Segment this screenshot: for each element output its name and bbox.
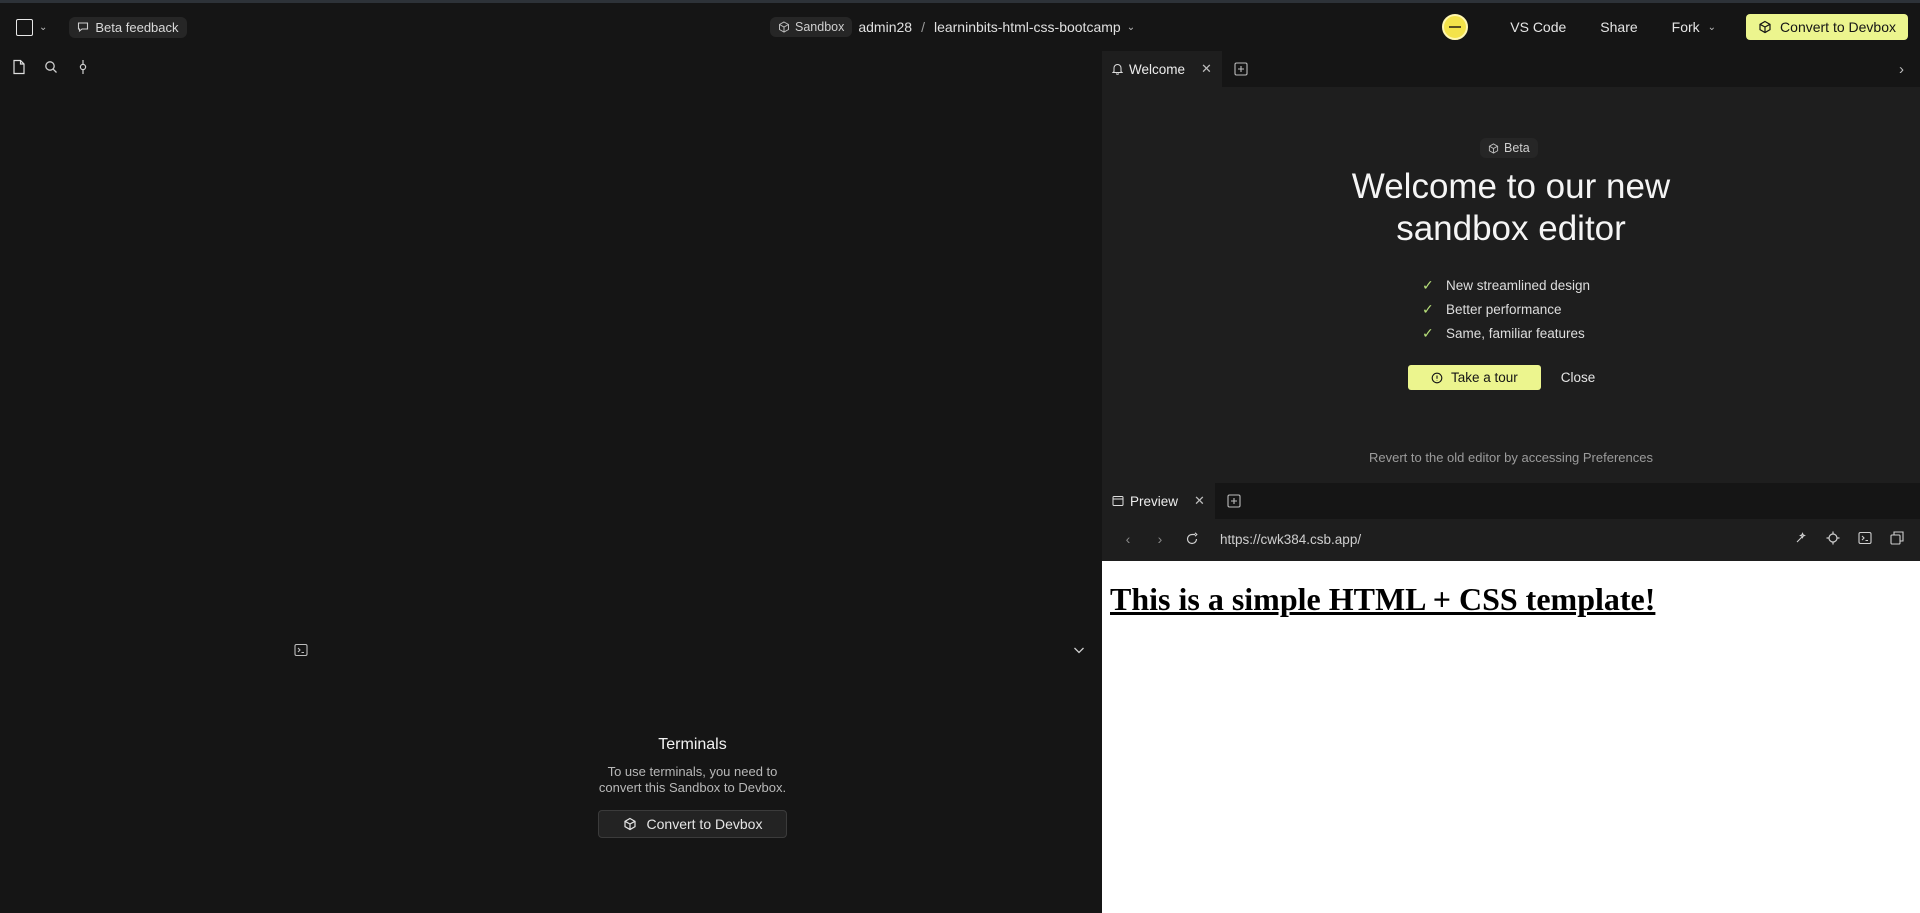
close-icon[interactable]: ✕ [1201,61,1212,77]
take-tour-label: Take a tour [1451,370,1518,385]
close-welcome-button[interactable]: Close [1559,365,1598,390]
avatar-mark [1449,26,1462,28]
list-item: ✓ New streamlined design [1422,273,1590,297]
welcome-panel: Beta Welcome to our new sandbox editor ✓… [1102,87,1920,483]
back-arrow-icon[interactable]: ‹ [1118,529,1138,549]
close-icon[interactable]: ✕ [1194,493,1205,509]
owner-link[interactable]: admin28 [858,19,912,35]
preview-tools [1792,529,1906,547]
check-icon: ✓ [1422,324,1434,341]
info-circle-icon [1431,372,1443,384]
terminals-description: To use terminals, you need to convert th… [598,764,787,795]
beta-feedback-label: Beta feedback [95,19,179,35]
breadcrumb-separator: / [921,19,925,35]
chevron-down-icon: ⌄ [1707,21,1717,33]
terminal-convert-label: Convert to Devbox [646,816,763,832]
add-tab-icon[interactable] [1227,494,1241,508]
sidebar-icons [10,58,92,76]
terminals-title: Terminals [658,736,727,753]
list-item: ✓ Same, familiar features [1422,321,1590,345]
crosshair-icon[interactable] [1824,529,1842,547]
refresh-icon[interactable] [1182,529,1202,549]
welcome-title-text: Welcome to our new sandbox editor [1351,167,1671,248]
share-button[interactable]: Share [1588,13,1649,41]
box-icon [623,817,637,831]
vscode-button[interactable]: VS Code [1498,13,1578,41]
header-left: ⌄ Beta feedback [12,3,187,51]
terminal-convert-button[interactable]: Convert to Devbox [597,810,788,838]
beta-label: Beta [1504,141,1530,155]
forward-arrow-icon[interactable]: › [1150,529,1170,549]
add-tab-icon[interactable] [1234,62,1248,76]
fork-button[interactable]: Fork ⌄ [1660,13,1728,41]
check-icon: ✓ [1422,276,1434,293]
project-name[interactable]: learninbits-html-css-bootcamp [934,19,1121,35]
file-icon[interactable] [10,58,28,76]
preview-frame: This is a simple HTML + CSS template! [1102,561,1920,913]
open-new-window-icon[interactable] [1888,529,1906,547]
welcome-actions: Take a tour Close [1408,365,1597,390]
tab-preview[interactable]: Preview ✕ [1102,483,1215,519]
main-menu-button[interactable]: ⌄ [12,15,51,40]
cube-icon [1488,142,1499,154]
editor-tabs: Welcome ✕ › [1102,51,1920,87]
terminal-icon[interactable] [1856,529,1874,547]
box-icon [1758,20,1772,34]
feature-list: ✓ New streamlined design ✓ Better performa… [1422,273,1590,345]
list-item: ✓ Better performance [1422,297,1590,321]
preview-tabs: Preview ✕ [1102,483,1920,519]
header-right: VS Code Share Fork ⌄ Convert to Devbox [1442,3,1908,51]
comment-icon [77,21,89,33]
check-icon: ✓ [1422,300,1434,317]
search-icon[interactable] [42,58,60,76]
tab-welcome[interactable]: Welcome ✕ [1102,51,1222,87]
feature-text: Better performance [1446,301,1562,317]
sparkle-icon[interactable] [1792,529,1810,547]
fork-label: Fork [1671,19,1700,35]
revert-note: Revert to the old editor by accessing Pr… [1369,450,1653,465]
avatar[interactable] [1442,14,1469,40]
chevron-down-icon: ⌄ [39,21,48,33]
beta-badge: Beta [1480,138,1538,158]
take-tour-button[interactable]: Take a tour [1408,365,1541,390]
breadcrumb: Sandbox admin28 / learninbits-html-css-b… [770,3,1135,51]
preview-heading: This is a simple HTML + CSS template! [1110,581,1656,617]
window-icon [1112,495,1124,507]
git-icon[interactable] [74,58,92,76]
preview-address-bar: ‹ › https://cwk384.csb.app/ [1102,519,1920,559]
feature-text: New streamlined design [1446,277,1591,293]
convert-label: Convert to Devbox [1780,19,1896,35]
square-icon [16,18,33,36]
convert-to-devbox-button[interactable]: Convert to Devbox [1746,14,1908,40]
welcome-title: Welcome to our new sandbox editor [1102,166,1920,250]
chevron-down-icon[interactable]: ⌄ [1127,22,1135,33]
terminals-empty-state: Terminals To use terminals, you need to … [540,736,845,838]
preview-url[interactable]: https://cwk384.csb.app/ [1220,532,1361,547]
right-panel: Welcome ✕ › Beta Welcome to our new sand… [1102,51,1920,913]
feature-text: Same, familiar features [1446,325,1585,341]
chevron-down-icon[interactable] [1072,643,1086,657]
sandbox-label: Sandbox [795,20,845,34]
tab-preview-label: Preview [1130,493,1179,509]
top-header: ⌄ Beta feedback Sandbox admin28 / learni… [0,3,1920,51]
tab-welcome-label: Welcome [1129,61,1186,77]
bell-icon [1112,63,1123,75]
terminal-toggle-icon[interactable] [294,643,308,657]
cube-icon [778,21,790,33]
beta-feedback-button[interactable]: Beta feedback [69,16,187,38]
chevron-right-icon[interactable]: › [1899,61,1904,78]
sandbox-badge: Sandbox [770,17,853,37]
